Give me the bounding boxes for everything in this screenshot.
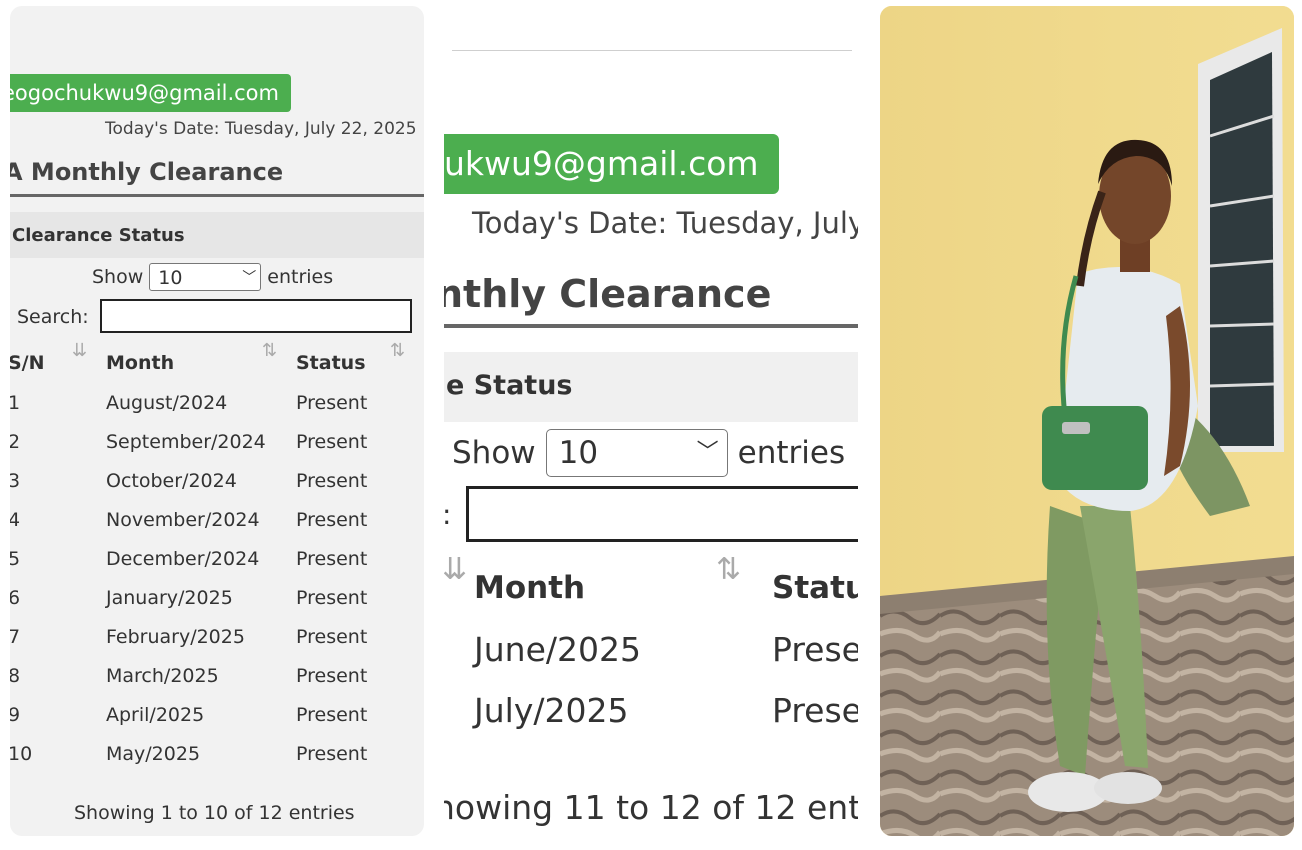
- table-info-footer: Showing 1 to 10 of 12 entries: [74, 802, 355, 824]
- row-status: Present: [296, 626, 368, 648]
- sort-ascending-icon[interactable]: ⇊: [72, 340, 87, 361]
- search-label: :: [444, 498, 451, 531]
- top-divider: [452, 50, 852, 51]
- search-input[interactable]: [100, 299, 412, 333]
- row-month: October/2024: [106, 470, 237, 492]
- row-month: January/2025: [106, 587, 233, 609]
- row-month: November/2024: [106, 509, 260, 531]
- row-sn: 4: [10, 509, 21, 531]
- table-row: 5 December/2024 Present: [10, 548, 424, 586]
- row-sn: 5: [10, 548, 21, 570]
- row-status: Present: [296, 392, 368, 414]
- row-sn: 10: [10, 743, 33, 765]
- entries-label: entries: [737, 435, 846, 471]
- column-header-status[interactable]: Status: [772, 570, 858, 606]
- status-header-bar: e Status: [444, 352, 858, 422]
- row-month: December/2024: [106, 548, 260, 570]
- search-input[interactable]: [466, 486, 858, 542]
- entries-select-value: 10: [158, 267, 183, 289]
- page-title: A Monthly Clearance: [10, 158, 284, 186]
- row-status: Present: [296, 743, 368, 765]
- user-email-badge: ukwu9@gmail.com: [444, 134, 779, 194]
- row-status: Present: [296, 665, 368, 687]
- show-entries-row: Show 10 ﹀ entries: [452, 428, 845, 478]
- table-row: 6 January/2025 Present: [10, 587, 424, 625]
- row-month: April/2025: [106, 704, 205, 726]
- title-divider: [444, 324, 858, 328]
- row-sn: 2: [10, 431, 21, 453]
- row-month: August/2024: [106, 392, 228, 414]
- title-divider: [10, 194, 424, 197]
- chevron-down-icon: ﹀: [696, 440, 719, 465]
- row-status: Present: [296, 509, 368, 531]
- table-row: 7 February/2025 Present: [10, 626, 424, 664]
- row-status: Present: [296, 548, 368, 570]
- photo-illustration: [880, 6, 1294, 836]
- todays-date: Today's Date: Tuesday, July 22, 2025: [105, 119, 417, 139]
- row-sn: 9: [10, 704, 21, 726]
- sort-icon[interactable]: ⇅: [262, 340, 277, 361]
- table-row: 8 March/2025 Present: [10, 665, 424, 703]
- row-status: Present: [296, 431, 368, 453]
- column-header-month[interactable]: Month: [474, 570, 585, 606]
- status-header-label: Clearance Status: [12, 225, 185, 246]
- page-title: nthly Clearance: [444, 272, 772, 316]
- chevron-down-icon: ﹀: [242, 270, 257, 286]
- row-status: Present: [296, 587, 368, 609]
- show-label: Show: [92, 266, 144, 288]
- table-row: 3 October/2024 Present: [10, 470, 424, 508]
- row-sn: 6: [10, 587, 21, 609]
- show-label: Show: [452, 435, 536, 471]
- table-row: 1 August/2024 Present: [10, 392, 424, 430]
- row-month: May/2025: [106, 743, 201, 765]
- column-header-sn[interactable]: S/N: [10, 352, 45, 374]
- table-row: 10 May/2025 Present: [10, 743, 424, 781]
- row-month: March/2025: [106, 665, 219, 687]
- entries-select-value: 10: [558, 435, 599, 471]
- row-sn: 7: [10, 626, 21, 648]
- row-status: Present: [296, 470, 368, 492]
- user-email-badge: eogochukwu9@gmail.com: [10, 74, 291, 112]
- clearance-screenshot-left: eogochukwu9@gmail.com Today's Date: Tues…: [10, 6, 424, 836]
- row-month: July/2025: [474, 691, 629, 730]
- sort-ascending-icon[interactable]: ⇊: [444, 552, 467, 587]
- row-sn: 3: [10, 470, 21, 492]
- table-row: 4 November/2024 Present: [10, 509, 424, 547]
- status-header-bar: Clearance Status: [10, 212, 424, 258]
- todays-date: Today's Date: Tuesday, July: [472, 206, 858, 240]
- row-month: June/2025: [474, 630, 641, 669]
- corps-member-photo: [880, 6, 1294, 836]
- clearance-screenshot-zoomed: ukwu9@gmail.com Today's Date: Tuesday, J…: [444, 6, 858, 836]
- column-header-status[interactable]: Status: [296, 352, 366, 374]
- table-row: June/2025 Prese: [444, 630, 858, 690]
- sort-icon[interactable]: ⇅: [390, 340, 405, 361]
- table-row: 9 April/2025 Present: [10, 704, 424, 742]
- window: [1198, 28, 1284, 452]
- row-sn: 8: [10, 665, 21, 687]
- sort-icon[interactable]: ⇅: [716, 552, 741, 587]
- table-info-footer: howing 11 to 12 of 12 entrie: [444, 788, 858, 827]
- row-month: September/2024: [106, 431, 266, 453]
- show-entries-row: Show 10 ﹀ entries: [92, 261, 333, 293]
- row-status: Prese: [772, 630, 858, 669]
- row-status: Present: [296, 704, 368, 726]
- row-status: Prese: [772, 691, 858, 730]
- column-header-month[interactable]: Month: [106, 352, 174, 374]
- status-header-label: e Status: [446, 370, 573, 401]
- entries-select[interactable]: 10 ﹀: [149, 263, 262, 291]
- row-month: February/2025: [106, 626, 245, 648]
- table-row: July/2025 Prese: [444, 691, 858, 751]
- entries-select[interactable]: 10 ﹀: [545, 429, 728, 477]
- search-label: Search:: [17, 306, 89, 328]
- table-row: 2 September/2024 Present: [10, 431, 424, 469]
- entries-label: entries: [267, 266, 334, 288]
- row-sn: 1: [10, 392, 21, 414]
